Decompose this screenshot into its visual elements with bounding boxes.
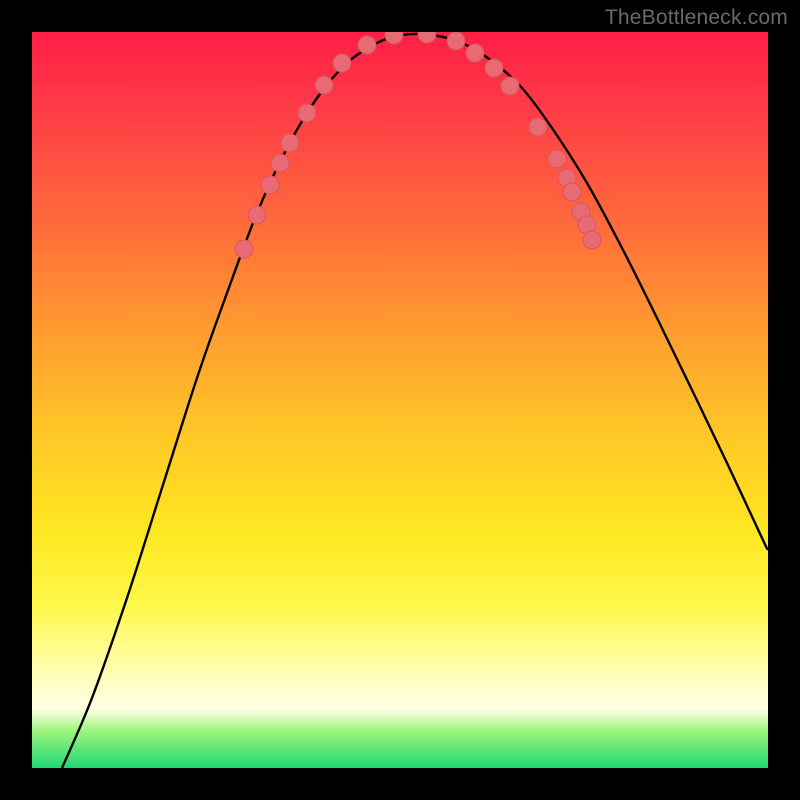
data-point-marker <box>418 32 436 43</box>
data-point-marker <box>501 77 519 95</box>
data-point-marker <box>281 134 299 152</box>
data-point-marker <box>315 76 333 94</box>
data-point-marker <box>358 36 376 54</box>
data-point-marker <box>235 240 253 258</box>
data-point-marker <box>583 231 601 249</box>
data-point-marker <box>529 118 547 136</box>
data-point-marker <box>333 54 351 72</box>
chart-svg <box>32 32 768 768</box>
chart-frame: TheBottleneck.com <box>0 0 800 800</box>
watermark-label: TheBottleneck.com <box>605 6 788 30</box>
data-point-marker <box>485 59 503 77</box>
data-point-marker <box>298 104 316 122</box>
data-point-marker <box>385 32 403 44</box>
data-point-marker <box>447 32 465 50</box>
bottleneck-curve <box>62 34 768 768</box>
data-point-marker <box>248 206 266 224</box>
chart-plot-area <box>32 32 768 768</box>
data-point-marker <box>548 150 566 168</box>
data-point-marker <box>261 176 279 194</box>
data-point-marker <box>271 154 289 172</box>
data-point-marker <box>563 183 581 201</box>
data-point-marker <box>466 44 484 62</box>
